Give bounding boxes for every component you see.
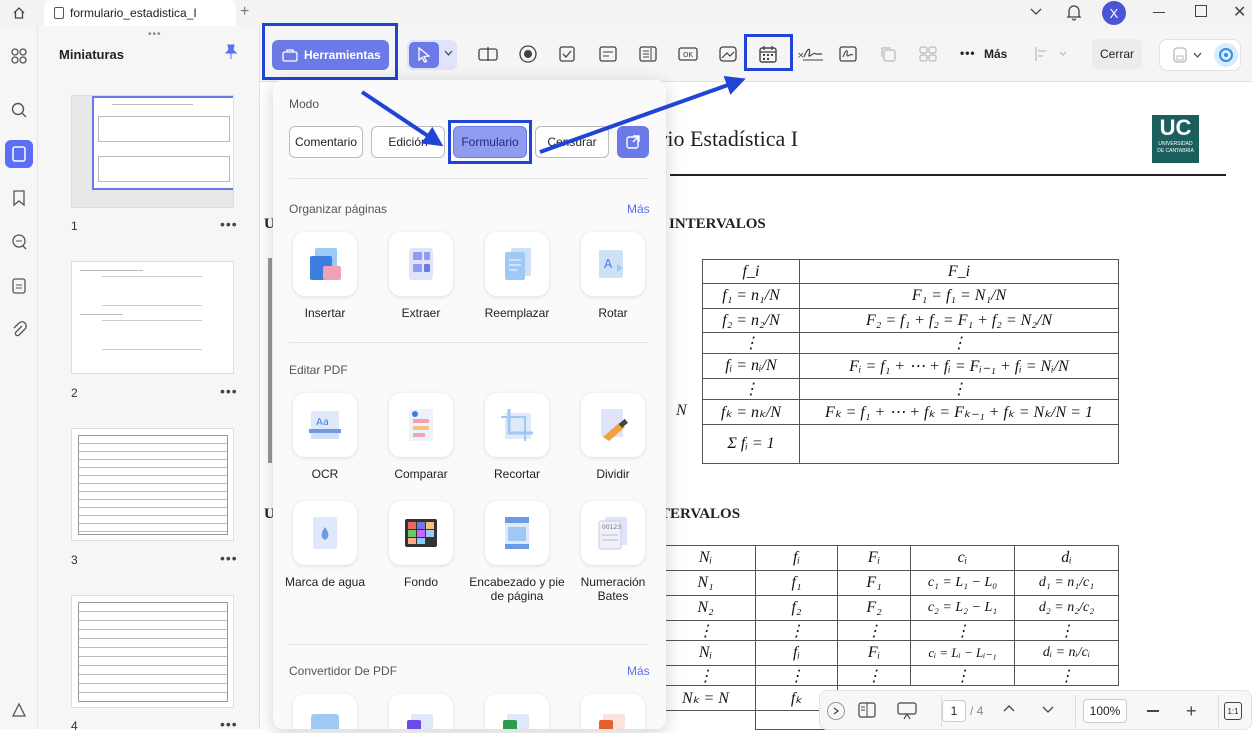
- actual-size-icon[interactable]: 1:1: [1224, 702, 1242, 720]
- presentation-icon[interactable]: [897, 702, 917, 720]
- reading-mode-icon[interactable]: [858, 702, 876, 718]
- page-total: / 4: [970, 704, 984, 718]
- chevron-down-icon[interactable]: [1042, 706, 1054, 714]
- zoom-out-icon[interactable]: [1147, 710, 1159, 712]
- chevron-up-icon[interactable]: [1003, 704, 1015, 712]
- chevron-right-icon[interactable]: [827, 702, 845, 720]
- separator: [1218, 695, 1219, 727]
- zoom-in-icon[interactable]: +: [1186, 702, 1197, 720]
- zoom-level[interactable]: 100%: [1083, 699, 1127, 723]
- separator: [1075, 695, 1076, 727]
- page-number-input[interactable]: 1: [942, 700, 966, 722]
- page-navigation-bar: 1 / 4 100% + 1:1: [819, 690, 1252, 730]
- annotation-arrows: [360, 75, 746, 154]
